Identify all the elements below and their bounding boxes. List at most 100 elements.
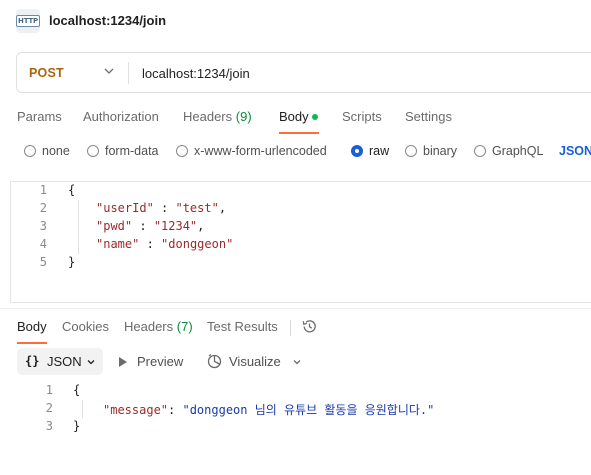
visualize-icon — [207, 353, 222, 369]
url-divider — [128, 62, 129, 84]
tab-label: Test Results — [207, 319, 278, 334]
radio-none[interactable]: none — [24, 144, 70, 158]
tab-label: Headers — [124, 319, 174, 334]
json-sep: : — [132, 219, 154, 233]
preview-button[interactable]: Preview — [119, 354, 183, 369]
code-line: 3 "pwd" : "1234", — [11, 219, 591, 237]
radio-label: raw — [369, 144, 390, 158]
line-number: 2 — [39, 201, 47, 215]
headers-count: (9) — [235, 109, 252, 124]
url-input[interactable]: localhost:1234/join — [142, 66, 250, 81]
tab-response-body[interactable]: Body — [17, 319, 47, 334]
method-select[interactable]: POST — [29, 66, 64, 80]
tab-label: Body — [17, 319, 47, 334]
response-toolbar: {} JSON Preview Visualize — [0, 348, 591, 376]
url-bar: POST localhost:1234/join — [16, 52, 591, 93]
active-tab-underline — [279, 132, 319, 134]
code-line: 5 } — [11, 255, 591, 273]
radio-circle[interactable] — [176, 145, 188, 157]
tab-response-headers[interactable]: Headers (7) — [124, 319, 193, 334]
format-label: JSON — [47, 354, 82, 369]
tab-label: Cookies — [62, 319, 109, 334]
json-key: "pwd" — [96, 219, 133, 233]
tab-headers[interactable]: Headers (9) — [183, 109, 252, 124]
json-sep: : — [139, 237, 162, 251]
json-key: "message" — [103, 403, 169, 417]
body-format-select[interactable]: JSON — [559, 144, 591, 158]
response-tabs: Body Cookies Headers (7) Test Results — [0, 318, 591, 344]
play-icon — [119, 356, 127, 367]
request-tabs: Params Authorization Headers (9) Body Sc… — [0, 107, 591, 134]
radio-circle[interactable] — [24, 145, 36, 157]
visualize-label: Visualize — [229, 354, 281, 369]
line-number: 5 — [39, 255, 47, 269]
code-line: 1 { — [11, 183, 591, 201]
radio-circle[interactable] — [87, 145, 99, 157]
code-text: "name" : "donggeon" — [96, 237, 233, 251]
body-type-options: none form-data x-www-form-urlencoded raw… — [0, 144, 591, 164]
pane-splitter[interactable] — [0, 308, 591, 309]
http-icon: HTTP — [16, 9, 40, 33]
radio-x-www-form-urlencoded[interactable]: x-www-form-urlencoded — [176, 144, 327, 158]
tab-label: Params — [17, 109, 62, 124]
chevron-down-icon — [87, 360, 95, 365]
radio-binary[interactable]: binary — [405, 144, 457, 158]
tab-divider — [290, 320, 291, 336]
json-value: "donggeon 님의 유튜브 활동을 응원합니다." — [182, 403, 435, 417]
radio-label: binary — [423, 144, 458, 158]
body-indicator-dot — [311, 113, 318, 120]
json-sep: : — [153, 201, 176, 215]
tab-scripts[interactable]: Scripts — [342, 109, 382, 124]
json-sep: : — [168, 403, 183, 417]
radio-circle[interactable] — [405, 145, 417, 157]
code-text: } — [68, 255, 76, 269]
code-line: 2 "userId" : "test", — [11, 201, 591, 219]
radio-graphql[interactable]: GraphQL — [474, 144, 543, 158]
tab-label: Headers — [183, 109, 233, 124]
code-text: { — [68, 183, 76, 197]
request-title[interactable]: localhost:1234/join — [49, 13, 166, 28]
code-line: 4 "name" : "donggeon" — [11, 237, 591, 255]
tab-authorization[interactable]: Authorization — [83, 109, 159, 124]
response-body-viewer[interactable]: 1 { 2 "message": "donggeon 님의 유튜브 활동을 응원… — [0, 382, 591, 442]
json-key: "userId" — [96, 201, 154, 215]
headers-count: (7) — [176, 319, 193, 334]
preview-label: Preview — [137, 354, 184, 369]
line-number: 1 — [45, 383, 53, 397]
json-key: "name" — [96, 237, 140, 251]
tab-label: Body — [279, 109, 309, 124]
radio-circle[interactable] — [474, 145, 486, 157]
tab-body[interactable]: Body — [279, 109, 318, 124]
chevron-down-icon[interactable] — [103, 65, 115, 77]
line-number: 1 — [39, 183, 47, 197]
code-text: "message": "donggeon 님의 유튜브 활동을 응원합니다." — [103, 401, 434, 418]
radio-label: GraphQL — [492, 144, 544, 158]
json-trail: , — [218, 201, 227, 215]
tab-test-results[interactable]: Test Results — [207, 319, 278, 334]
tab-settings[interactable]: Settings — [405, 109, 452, 124]
code-line: 3 } — [0, 419, 591, 437]
tab-label: Scripts — [342, 109, 382, 124]
line-number: 3 — [45, 419, 53, 433]
json-value: "test" — [175, 201, 219, 215]
tab-label: Authorization — [83, 109, 159, 124]
radio-form-data[interactable]: form-data — [87, 144, 159, 158]
history-icon[interactable] — [301, 318, 318, 335]
radio-raw[interactable]: raw — [351, 144, 389, 158]
code-text: "pwd" : "1234", — [96, 219, 204, 233]
title-bar: HTTP localhost:1234/join — [0, 0, 591, 42]
request-body-editor[interactable]: 1 { 2 "userId" : "test", 3 "pwd" : "1234… — [10, 181, 591, 303]
code-line: 2 "message": "donggeon 님의 유튜브 활동을 응원합니다.… — [0, 401, 591, 419]
visualize-button[interactable]: Visualize — [206, 353, 281, 370]
radio-circle-selected[interactable] — [351, 145, 363, 157]
tab-cookies[interactable]: Cookies — [62, 319, 109, 334]
active-tab-underline — [17, 342, 47, 344]
chevron-down-icon[interactable] — [292, 357, 302, 367]
radio-label: none — [42, 144, 70, 158]
json-value: "1234" — [153, 219, 198, 233]
response-format-select[interactable]: {} JSON — [17, 348, 103, 375]
line-number: 3 — [39, 219, 47, 233]
code-text: "userId" : "test", — [96, 201, 226, 215]
tab-params[interactable]: Params — [17, 109, 62, 124]
radio-label: x-www-form-urlencoded — [194, 144, 327, 158]
